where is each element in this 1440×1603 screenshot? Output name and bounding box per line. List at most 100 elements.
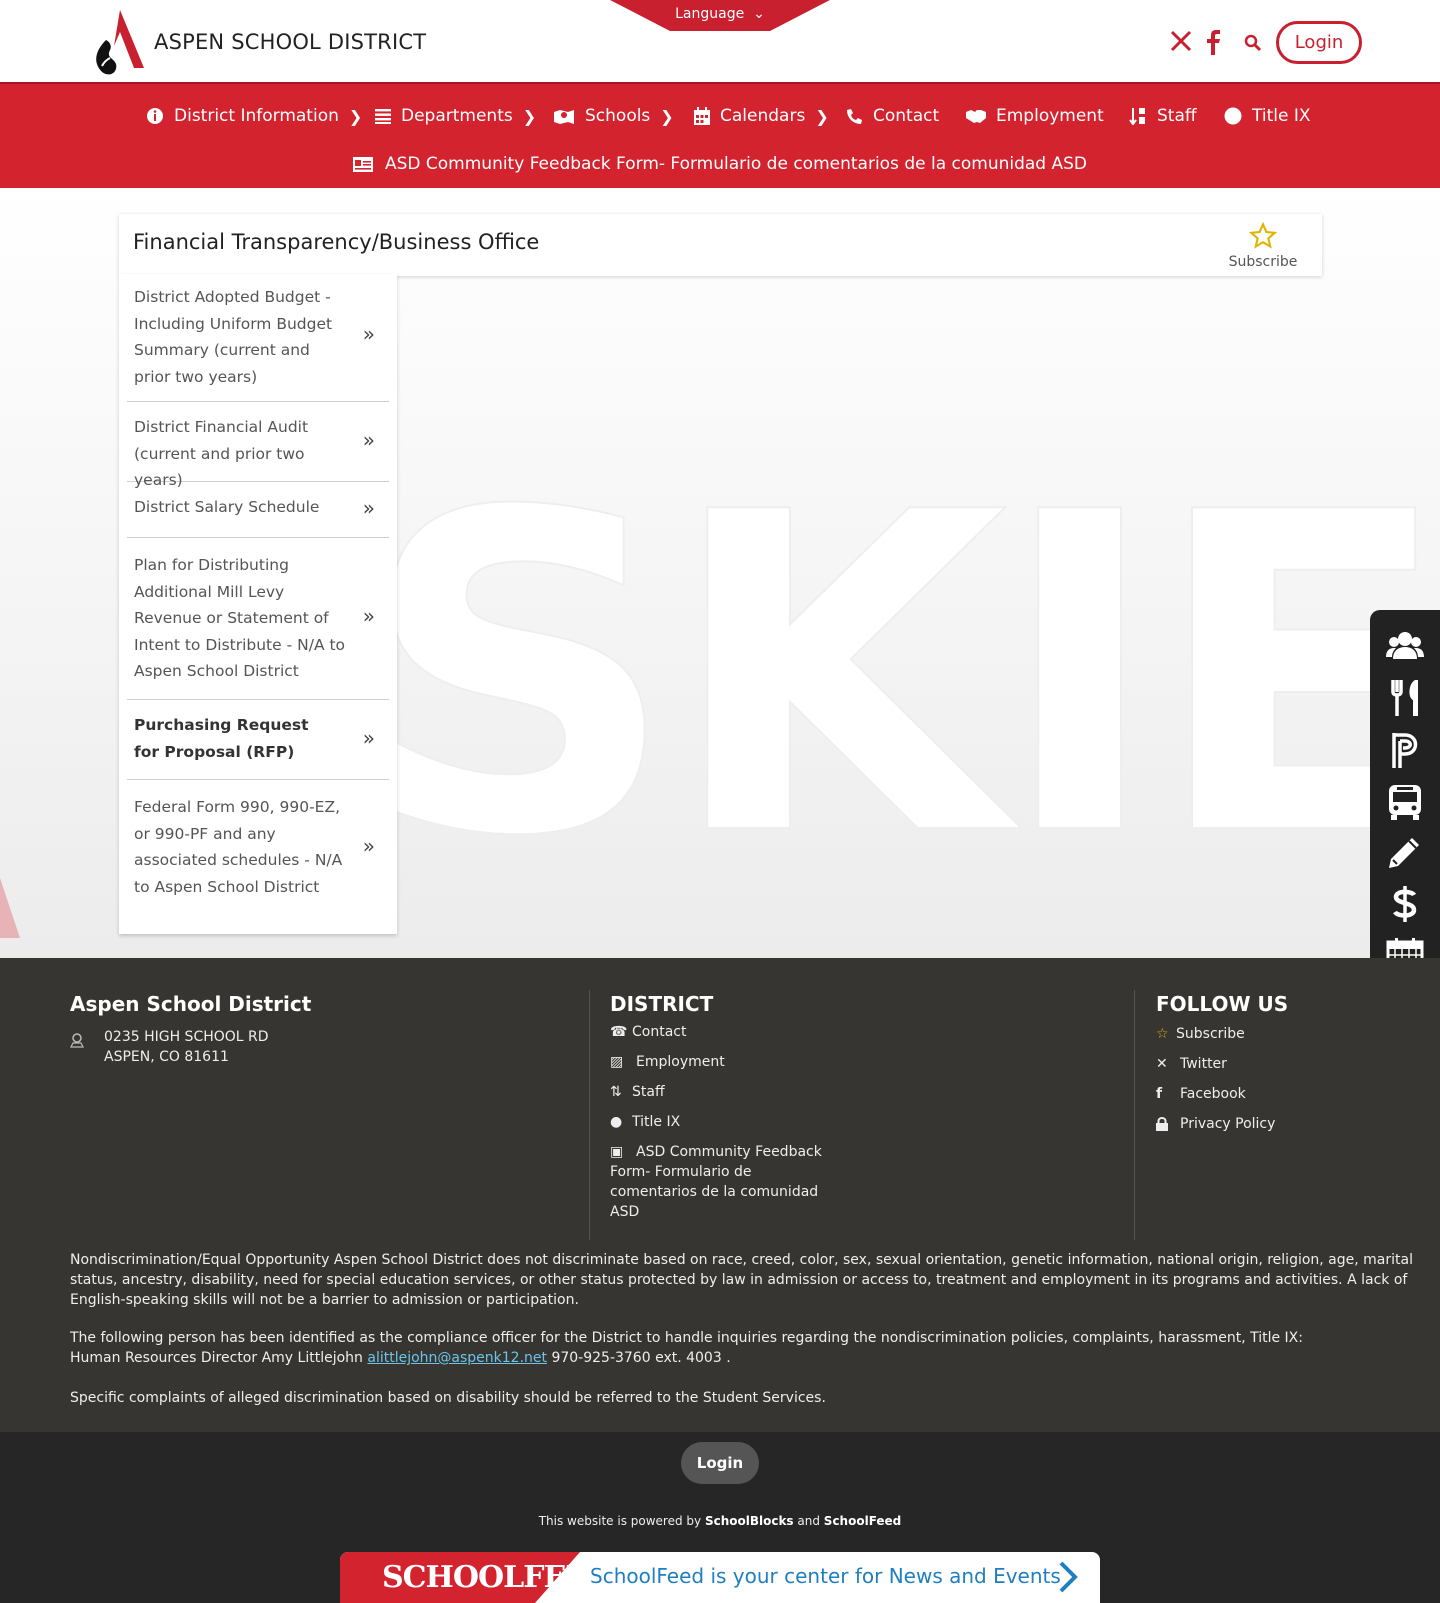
site-footer: Aspen School District 0235 HIGH SCHOOL R… [0,958,1440,1432]
lock-icon [1156,1117,1168,1131]
sidebar-item-federal-form-990[interactable]: Federal Form 990, 990-EZ, or 990-PF and … [127,780,389,926]
sort-icon [1129,108,1145,125]
nav-title-ix[interactable]: Title IX [1224,102,1311,130]
sidebar-item-label: District Adopted Budget - Including Unif… [134,288,333,386]
site-header: ASPEN SCHOOL DISTRICT Language ⌄ Login [0,0,1440,82]
facebook-icon: f [1156,1086,1163,1102]
phone-icon: ☎ [610,1024,628,1040]
sidebar-item-label: Federal Form 990, 990-EZ, or 990-PF and … [134,798,343,896]
footer-link-feedback-line4[interactable]: ASD [610,1204,639,1220]
handshake-icon: ▨ [610,1054,624,1070]
dollar-icon[interactable] [1385,884,1425,924]
footer-address-line2: ASPEN, CO 81611 [104,1049,229,1065]
id-card-icon [352,156,373,172]
nav-label: Title IX [1252,106,1311,126]
x-twitter-icon[interactable] [1170,30,1192,52]
schoolfeed-banner[interactable]: SCHOOLFEED SchoolFeed is your center for… [340,1552,1100,1603]
section-sidebar: District Adopted Budget - Including Unif… [119,274,397,934]
id-card-icon: ▣ [610,1144,624,1160]
footer-link-label: ASD Community Feedback [636,1144,822,1160]
footer-link-title-ix[interactable]: ● Title IX [610,1114,680,1130]
sidebar-item-label: Plan for Distributing Additional Mill Le… [134,556,346,680]
fork-knife-icon[interactable] [1385,678,1425,718]
people-icon[interactable] [1385,626,1425,666]
chevron-right-icon: ❯ [348,106,363,126]
star-icon [1248,221,1278,249]
schoolfeed-logo: SCHOOLFEED [382,1560,613,1595]
footer-link-staff[interactable]: ⇅ Staff [610,1084,665,1100]
sort-icon: ⇅ [610,1084,622,1100]
double-chevron-right-icon: » [362,726,375,750]
sidebar-item-purchasing-rfp[interactable]: Purchasing Request for Proposal (RFP) » [127,700,389,780]
powered-and: and [793,1514,824,1528]
compliance-email-link[interactable]: alittlejohn@aspenk12.net [367,1350,547,1366]
search-icon[interactable] [1244,34,1262,52]
schoolfeed-message: SchoolFeed is your center for News and E… [590,1564,1061,1588]
district-logo[interactable] [88,6,154,76]
footer-link-contact[interactable]: ☎ Contact [610,1024,686,1040]
sidebar-item-adopted-budget[interactable]: District Adopted Budget - Including Unif… [127,274,389,402]
nav-community-feedback[interactable]: ASD Community Feedback Form- Formulario … [0,154,1440,174]
page-title: Financial Transparency/Business Office [133,230,540,254]
footer-link-label: Subscribe [1176,1026,1245,1042]
site-name[interactable]: ASPEN SCHOOL DISTRICT [154,30,426,54]
footer-district-title: DISTRICT [610,992,714,1016]
powerschool-icon[interactable] [1385,730,1425,770]
nav-employment[interactable]: Employment [966,102,1104,130]
subscribe-label: Subscribe [1228,254,1298,270]
sidebar-item-label: Purchasing Request for Proposal (RFP) [134,716,309,761]
svg-text:SKIERS: SKIERS [360,420,1440,932]
footer-link-feedback-line3[interactable]: comentarios de la comunidad [610,1184,818,1200]
bottom-login-button[interactable]: Login [681,1442,759,1484]
nav-label: Contact [873,106,940,126]
nav-contact[interactable]: Contact [846,102,939,130]
schoolblocks-link[interactable]: SchoolBlocks [705,1514,794,1528]
nav-label: Staff [1157,106,1197,126]
list-icon [375,109,391,124]
info-circle-icon [147,108,163,124]
double-chevron-right-icon: » [362,496,375,520]
sidebar-item-mill-levy[interactable]: Plan for Distributing Additional Mill Le… [127,538,389,700]
footer-link-employment[interactable]: ▨ Employment [610,1054,725,1070]
x-twitter-icon: ✕ [1156,1056,1168,1072]
sidebar-item-financial-audit[interactable]: District Financial Audit (current and pr… [127,402,389,489]
pencil-icon[interactable] [1385,832,1425,872]
bus-icon[interactable] [1385,782,1425,822]
nav-departments[interactable]: Departments ❯ [375,102,536,130]
language-selector[interactable]: Language ⌄ [610,0,830,31]
footer-link-twitter[interactable]: ✕ Twitter [1156,1056,1227,1072]
footer-link-facebook[interactable]: f Facebook [1156,1086,1246,1102]
phone-icon [847,108,862,124]
calendar-icon [694,107,710,125]
nav-calendars[interactable]: Calendars ❯ [694,102,829,130]
nav-staff[interactable]: Staff [1129,102,1197,130]
footer-district-name: Aspen School District [70,992,312,1016]
compliance-phone: 970-925-3760 ext. 4003 . [547,1350,731,1366]
footer-link-feedback-line2[interactable]: Form- Formulario de [610,1164,752,1180]
nav-label: Employment [996,106,1104,126]
footer-follow-title: FOLLOW US [1156,992,1289,1016]
language-label: Language [675,6,745,22]
nav-label: Departments [401,106,513,126]
footer-link-privacy[interactable]: Privacy Policy [1156,1116,1275,1132]
footer-link-feedback[interactable]: ▣ ASD Community Feedback [610,1144,822,1160]
nav-feedback-label: ASD Community Feedback Form- Formulario … [384,154,1088,174]
main-navigation: District Information ❯ Departments ❯ Sch… [0,82,1440,188]
double-chevron-right-icon: » [362,322,375,346]
chevron-down-icon: ⌄ [748,6,765,22]
facebook-icon[interactable] [1204,29,1222,55]
school-map-icon [554,110,574,124]
handshake-icon [966,110,986,123]
quick-links-sidebar [1370,610,1440,994]
footer-link-label: Twitter [1180,1056,1227,1072]
schoolfeed-link[interactable]: SchoolFeed [824,1514,901,1528]
subscribe-button[interactable]: Subscribe [1228,221,1298,270]
footer-link-label: Privacy Policy [1180,1116,1276,1132]
footer-link-subscribe[interactable]: ☆ Subscribe [1156,1026,1245,1042]
sidebar-item-salary-schedule[interactable]: District Salary Schedule » [127,482,389,538]
main-content: SKIERS Financial Transparency/Business O… [0,188,1440,958]
nav-district-information[interactable]: District Information ❯ [146,102,362,130]
map-marker-icon [70,1033,84,1048]
nav-schools[interactable]: Schools ❯ [553,102,674,130]
login-button[interactable]: Login [1276,21,1362,64]
